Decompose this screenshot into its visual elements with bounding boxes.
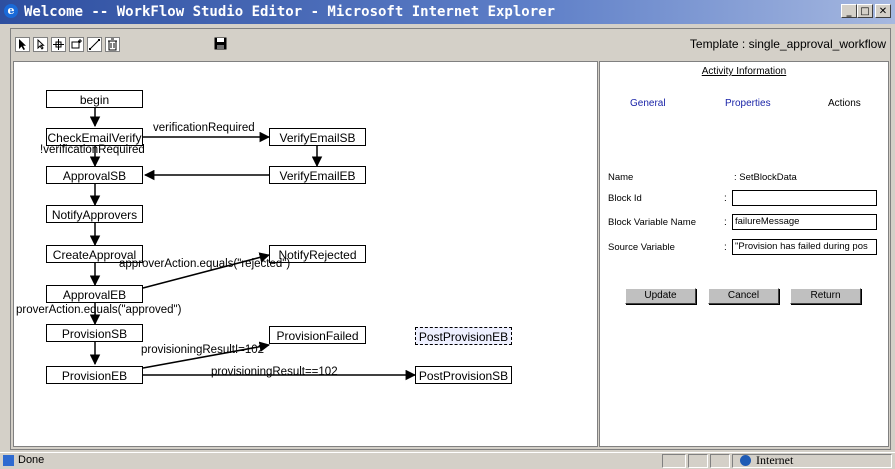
name-value: : SetBlockData	[734, 172, 797, 183]
tab-properties[interactable]: Properties	[725, 98, 771, 109]
node-provision-sb[interactable]: ProvisionSB	[46, 324, 143, 342]
connector-line-icon	[89, 39, 100, 50]
panel-title: Activity Information	[701, 66, 787, 77]
zone-text: Internet	[756, 453, 794, 467]
node-post-provision-sb[interactable]: PostProvisionSB	[415, 366, 512, 384]
edge-label-rejected: approverAction.equals("rejected")	[119, 258, 291, 270]
globe-icon	[740, 455, 751, 466]
update-button[interactable]: Update	[625, 288, 696, 304]
node-approval-eb[interactable]: ApprovalEB	[46, 285, 143, 303]
edge-label-verification-required: verificationRequired	[153, 122, 255, 134]
node-verify-email-eb[interactable]: VerifyEmailEB	[269, 166, 366, 184]
node-begin[interactable]: begin	[46, 90, 143, 108]
add-box-icon	[71, 39, 82, 49]
node-post-provision-eb[interactable]: PostProvisionEB	[415, 327, 512, 345]
window-title: Welcome -- WorkFlow Studio Editor - Micr…	[24, 4, 556, 20]
block-variable-name-label: Block Variable Name	[608, 217, 697, 228]
status-segment	[688, 454, 708, 468]
status-text: Done	[18, 454, 45, 466]
block-variable-name-input[interactable]: failureMessage	[732, 214, 877, 230]
node-provision-failed[interactable]: ProvisionFailed	[269, 326, 366, 344]
return-button[interactable]: Return	[790, 288, 861, 304]
floppy-disk-icon	[214, 37, 227, 50]
block-variable-colon: :	[724, 217, 727, 228]
pointer-tool-icon[interactable]	[33, 37, 48, 52]
block-id-colon: :	[724, 193, 727, 204]
maximize-button[interactable]: □	[857, 4, 873, 18]
edge-label-provisioning-ok: provisioningResult==102	[211, 366, 338, 378]
page-icon	[3, 455, 14, 466]
workflow-canvas[interactable]: begin CheckEmailVerify VerifyEmailSB App…	[13, 61, 598, 447]
trash-icon	[108, 38, 117, 51]
link-tool-icon[interactable]	[87, 37, 102, 52]
block-id-input[interactable]	[732, 190, 877, 206]
node-notify-approvers[interactable]: NotifyApprovers	[46, 205, 143, 223]
edge-label-provisioning-failed: provisioningResult!=102	[141, 344, 265, 356]
status-segment	[710, 454, 730, 468]
node-provision-eb[interactable]: ProvisionEB	[46, 366, 143, 384]
close-button[interactable]: ✕	[875, 4, 891, 18]
save-icon[interactable]	[213, 37, 228, 52]
tab-general[interactable]: General	[630, 98, 666, 109]
minimize-button[interactable]: _	[841, 4, 857, 18]
title-bar: e Welcome -- WorkFlow Studio Editor - Mi…	[0, 0, 895, 24]
add-node-tool-icon[interactable]	[69, 37, 84, 52]
select-tool-icon[interactable]	[15, 37, 30, 52]
editor-frame: Template : single_approval_workflow begi…	[10, 28, 891, 450]
status-segment	[662, 454, 686, 468]
edge-label-approved: proverAction.equals("approved")	[16, 304, 182, 316]
internet-explorer-icon: e	[4, 4, 18, 18]
node-verify-email-sb[interactable]: VerifyEmailSB	[269, 128, 366, 146]
node-approval-sb[interactable]: ApprovalSB	[46, 166, 143, 184]
activity-info-panel: Activity Information General Properties …	[599, 61, 889, 447]
arrow-cursor-icon	[19, 39, 26, 50]
name-label: Name	[608, 172, 634, 183]
delete-tool-icon[interactable]	[105, 37, 120, 52]
tab-actions[interactable]: Actions	[828, 98, 861, 109]
pointer-arrow-icon	[37, 38, 45, 50]
move-tool-icon[interactable]	[51, 37, 66, 52]
source-variable-label: Source Variable	[608, 242, 675, 253]
source-variable-colon: :	[724, 242, 727, 253]
edge-label-not-verification-required: !verificationRequired	[40, 144, 145, 156]
block-id-label: Block Id	[608, 193, 642, 204]
source-variable-input[interactable]: "Provision has failed during pos	[732, 239, 877, 255]
template-name: Template : single_approval_workflow	[689, 37, 886, 51]
move-cross-icon	[53, 39, 64, 50]
cancel-button[interactable]: Cancel	[708, 288, 779, 304]
editor-toolbar: Template : single_approval_workflow	[11, 29, 890, 59]
status-bar: Done Internet	[0, 452, 895, 469]
